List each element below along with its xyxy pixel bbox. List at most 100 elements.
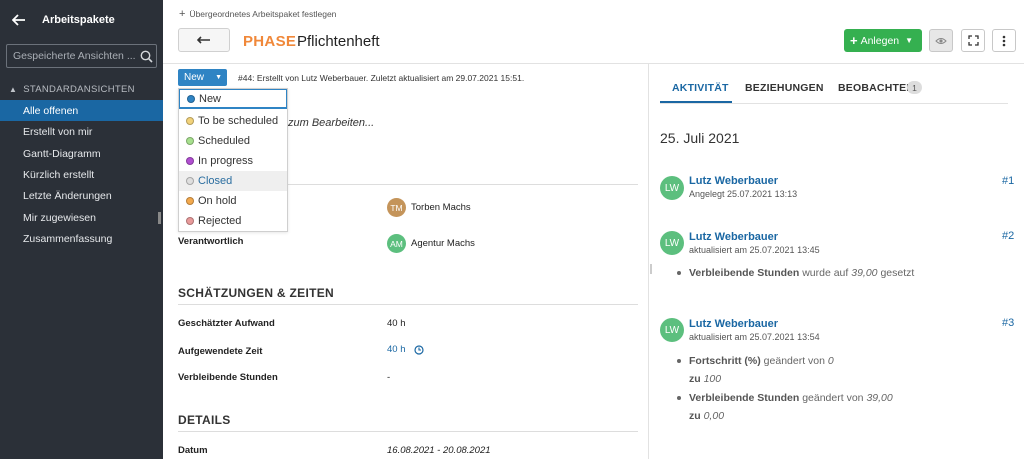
activity-date-heading: 25. Juli 2021 <box>660 130 740 146</box>
tab-activity[interactable]: AKTIVITÄT <box>672 82 729 94</box>
status-option-to-be-scheduled[interactable]: To be scheduled <box>179 111 287 131</box>
estimated-time-value[interactable]: 40 h <box>387 318 406 329</box>
more-vertical-icon <box>1002 35 1006 46</box>
change-to-label: zu <box>689 373 701 385</box>
change-field: Verbleibende Stunden <box>689 392 800 404</box>
search-icon[interactable] <box>136 46 156 66</box>
status-option-label: On hold <box>198 195 237 207</box>
sidebar-title: Arbeitspakete <box>42 14 115 26</box>
description-placeholder[interactable]: zum Bearbeiten... <box>288 117 374 129</box>
activity-change: Verbleibende Stunden geändert von 39,00 <box>689 392 893 404</box>
status-option-on-hold[interactable]: On hold <box>179 191 287 211</box>
status-option-closed[interactable]: Closed <box>179 171 287 191</box>
activity-change-to: zu 0,00 <box>689 410 724 422</box>
sidebar-item-erstellt-von-mir[interactable]: Erstellt von mir <box>0 121 163 142</box>
activity-user-link[interactable]: Lutz Weberbauer <box>689 231 778 243</box>
spent-time-text: 40 h <box>387 344 406 355</box>
activity-change: Fortschritt (%) geändert von 0 <box>689 355 834 367</box>
status-dot <box>186 157 194 165</box>
sidebar-item-mir-zugewiesen[interactable]: Mir zugewiesen <box>0 207 163 228</box>
spent-time-value[interactable]: 40 h <box>387 344 424 355</box>
sidebar-resize-handle[interactable] <box>158 212 161 224</box>
status-option-label: To be scheduled <box>198 115 279 127</box>
activity-meta: aktualisiert am 25.07.2021 13:45 <box>689 245 820 255</box>
list-bullet <box>677 271 681 275</box>
date-value[interactable]: 16.08.2021 - 20.08.2021 <box>387 445 491 456</box>
remaining-hours-label: Verbleibende Stunden <box>178 372 278 383</box>
estimates-section-title: SCHÄTZUNGEN & ZEITEN <box>178 286 334 300</box>
avatar: LW <box>660 231 684 255</box>
sidebar-header: Arbeitspakete <box>0 0 163 40</box>
status-option-label: New <box>199 92 222 105</box>
status-option-in-progress[interactable]: In progress <box>179 151 287 171</box>
activity-meta: Angelegt 25.07.2021 13:13 <box>689 189 798 199</box>
remaining-hours-value[interactable]: - <box>387 372 390 383</box>
tab-watchers[interactable]: BEOBACHTER <box>838 82 914 94</box>
sidebar-item-letzte-aenderungen[interactable]: Letzte Änderungen <box>0 185 163 206</box>
sidebar: Arbeitspakete ▲ STANDARDANSICHTEN Alle o… <box>0 0 163 459</box>
list-bullet <box>677 359 681 363</box>
activity-number-link[interactable]: #2 <box>1002 230 1014 242</box>
list-bullet <box>677 396 681 400</box>
fullscreen-button[interactable] <box>961 29 985 52</box>
activity-number-link[interactable]: #1 <box>1002 175 1014 187</box>
responsible-value[interactable]: AM Agentur Machs <box>387 234 475 253</box>
set-parent-label: Übergeordnetes Arbeitspaket festlegen <box>189 9 337 19</box>
status-dot <box>186 197 194 205</box>
plus-icon: + <box>850 33 858 48</box>
change-from: 39,00 <box>866 392 893 404</box>
more-options-button[interactable] <box>992 29 1016 52</box>
tabs-divider <box>660 103 1008 104</box>
header-divider <box>163 63 1024 64</box>
assignee-value[interactable]: TM Torben Machs <box>387 198 471 217</box>
sidebar-item-zusammenfassung[interactable]: Zusammenfassung <box>0 228 163 249</box>
eye-icon <box>935 37 947 44</box>
spent-time-label: Aufgewendete Zeit <box>178 346 263 357</box>
activity-number-link[interactable]: #3 <box>1002 317 1014 329</box>
change-field: Verbleibende Stunden <box>689 267 800 279</box>
set-parent-link[interactable]: + Übergeordnetes Arbeitspaket festlegen <box>179 8 336 20</box>
split-resize-handle[interactable] <box>650 264 652 274</box>
status-option-new[interactable]: New <box>179 89 287 109</box>
sidebar-item-alle-offenen[interactable]: Alle offenen <box>0 100 163 121</box>
avatar: LW <box>660 176 684 200</box>
avatar: TM <box>387 198 406 217</box>
estimated-time-label: Geschätzter Aufwand <box>178 318 275 329</box>
avatar: LW <box>660 318 684 342</box>
status-option-scheduled[interactable]: Scheduled <box>179 131 287 151</box>
activity-meta: aktualisiert am 25.07.2021 13:54 <box>689 332 820 342</box>
status-dropdown: New To be scheduled Scheduled In progres… <box>178 88 288 232</box>
back-button[interactable] <box>178 28 230 52</box>
activity-user-link[interactable]: Lutz Weberbauer <box>689 318 778 330</box>
assignee-name: Torben Machs <box>411 202 471 213</box>
saved-views-search-input[interactable] <box>7 50 136 62</box>
clock-icon[interactable] <box>413 344 424 355</box>
back-arrow-icon[interactable] <box>10 11 28 29</box>
responsible-name: Agentur Machs <box>411 238 475 249</box>
status-option-rejected[interactable]: Rejected <box>179 211 287 231</box>
status-option-label: In progress <box>198 155 254 167</box>
change-to-label: zu <box>689 410 701 422</box>
status-dot <box>186 217 194 225</box>
change-text: geändert von <box>763 355 825 367</box>
expand-icon <box>967 35 979 46</box>
caret-down-icon: ▼ <box>905 36 914 45</box>
arrow-left-icon <box>197 36 210 44</box>
activity-user-link[interactable]: Lutz Weberbauer <box>689 175 778 187</box>
avatar: AM <box>387 234 406 253</box>
sidebar-item-gantt-diagramm[interactable]: Gantt-Diagramm <box>0 143 163 164</box>
sidebar-item-kuerzlich-erstellt[interactable]: Kürzlich erstellt <box>0 164 163 185</box>
watch-button[interactable] <box>929 29 953 52</box>
work-package-type[interactable]: PHASE <box>243 33 296 50</box>
status-dot <box>187 94 195 103</box>
change-field: Fortschritt (%) <box>689 355 761 367</box>
status-button[interactable]: New ▼ <box>178 69 227 86</box>
work-package-subject[interactable]: Pflichtenheft <box>297 33 380 50</box>
change-text: geändert von <box>802 392 864 404</box>
details-section-title: DETAILS <box>178 413 231 427</box>
change-to: 100 <box>703 373 722 385</box>
sidebar-section-default-views[interactable]: ▲ STANDARDANSICHTEN <box>0 82 163 96</box>
chevron-up-icon: ▲ <box>9 84 18 94</box>
create-button[interactable]: + Anlegen ▼ <box>844 29 922 52</box>
tab-relations[interactable]: BEZIEHUNGEN <box>745 82 824 94</box>
